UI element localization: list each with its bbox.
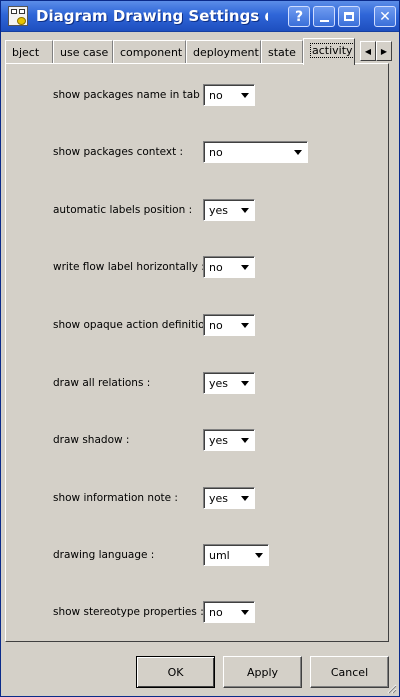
setting-row: show packages name in tab : no — [53, 84, 383, 106]
tab-use-case[interactable]: use case — [53, 40, 113, 64]
maximize-button[interactable] — [338, 6, 360, 27]
setting-combobox[interactable]: yes — [203, 429, 255, 451]
setting-row: show stereotype properties : no — [53, 601, 383, 623]
setting-label: draw shadow : — [53, 434, 130, 446]
tab-component[interactable]: component — [113, 40, 186, 64]
tab-bar: bject use case component deployment stat… — [5, 38, 393, 65]
setting-combobox[interactable]: no — [203, 256, 255, 278]
chevron-down-icon — [251, 546, 267, 564]
settings-panel: show packages name in tab : no show pack… — [5, 63, 389, 642]
close-button[interactable]: ✕ — [374, 6, 396, 27]
chevron-down-icon — [237, 258, 253, 276]
setting-row: automatic labels position : yes — [53, 199, 383, 221]
apply-button[interactable]: Apply — [223, 656, 302, 688]
dialog-window: Diagram Drawing Settings dialog ? ✕ bjec… — [0, 0, 400, 697]
setting-combobox[interactable]: no — [203, 141, 308, 163]
setting-combobox[interactable]: no — [203, 84, 255, 106]
chevron-down-icon — [237, 374, 253, 392]
setting-label: automatic labels position : — [53, 204, 193, 216]
setting-row: show packages context : no — [53, 141, 383, 163]
setting-label: show opaque action definition : — [53, 319, 219, 331]
tab-scroll-right-button[interactable]: ▶ — [376, 41, 392, 61]
arrow-left-icon: ◀ — [364, 46, 372, 56]
setting-combobox[interactable]: uml — [203, 544, 269, 566]
minimize-icon — [319, 19, 329, 22]
setting-label: show packages context : — [53, 146, 184, 158]
setting-combobox[interactable]: yes — [203, 372, 255, 394]
setting-label: show information note : — [53, 492, 178, 504]
ok-button[interactable]: OK — [136, 656, 215, 688]
maximize-icon — [344, 12, 354, 21]
setting-combobox[interactable]: yes — [203, 487, 255, 509]
help-button[interactable]: ? — [288, 6, 310, 27]
app-icon — [8, 6, 28, 26]
setting-row: show information note : yes — [53, 487, 383, 509]
tab-activity[interactable]: activity — [303, 38, 355, 65]
chevron-down-icon — [237, 316, 253, 334]
chevron-down-icon — [237, 86, 253, 104]
setting-row: show opaque action definition : no — [53, 314, 383, 336]
tab-object[interactable]: bject — [5, 40, 53, 64]
setting-label: draw all relations : — [53, 377, 151, 389]
setting-combobox[interactable]: no — [203, 601, 255, 623]
chevron-down-icon — [237, 431, 253, 449]
window-title: Diagram Drawing Settings dialog — [36, 7, 268, 25]
setting-label: show stereotype properties : — [53, 606, 204, 618]
setting-label: drawing language : — [53, 549, 155, 561]
setting-row: draw shadow : yes — [53, 429, 383, 451]
cancel-button[interactable]: Cancel — [310, 656, 389, 688]
title-bar[interactable]: Diagram Drawing Settings dialog ? ✕ — [1, 1, 399, 32]
tab-deployment[interactable]: deployment — [186, 40, 261, 64]
chevron-down-icon — [237, 201, 253, 219]
setting-combobox[interactable]: yes — [203, 199, 255, 221]
chevron-down-icon — [237, 603, 253, 621]
arrow-right-icon: ▶ — [380, 46, 388, 56]
chevron-down-icon — [237, 489, 253, 507]
setting-combobox[interactable]: no — [203, 314, 255, 336]
setting-label: write flow label horizontally : — [53, 261, 205, 273]
setting-row: draw all relations : yes — [53, 372, 383, 394]
close-icon: ✕ — [379, 8, 391, 25]
setting-row: drawing language : uml — [53, 544, 383, 566]
chevron-down-icon — [290, 143, 306, 161]
resize-grip-icon[interactable] — [385, 682, 397, 694]
setting-row: write flow label horizontally : no — [53, 256, 383, 278]
setting-label: show packages name in tab : — [53, 89, 207, 101]
help-icon: ? — [294, 8, 304, 25]
tab-state[interactable]: state — [261, 40, 303, 64]
minimize-button[interactable] — [313, 6, 335, 27]
tab-scroll-left-button[interactable]: ◀ — [360, 41, 376, 61]
